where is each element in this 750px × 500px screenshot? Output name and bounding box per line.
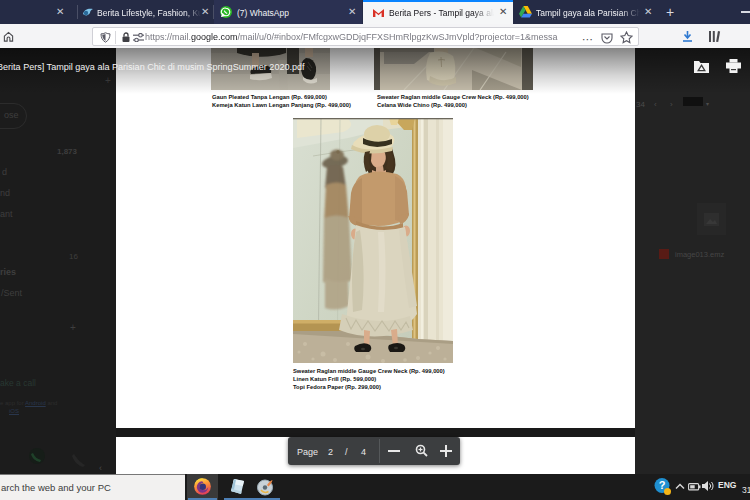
svg-text:?: ?: [659, 479, 666, 491]
